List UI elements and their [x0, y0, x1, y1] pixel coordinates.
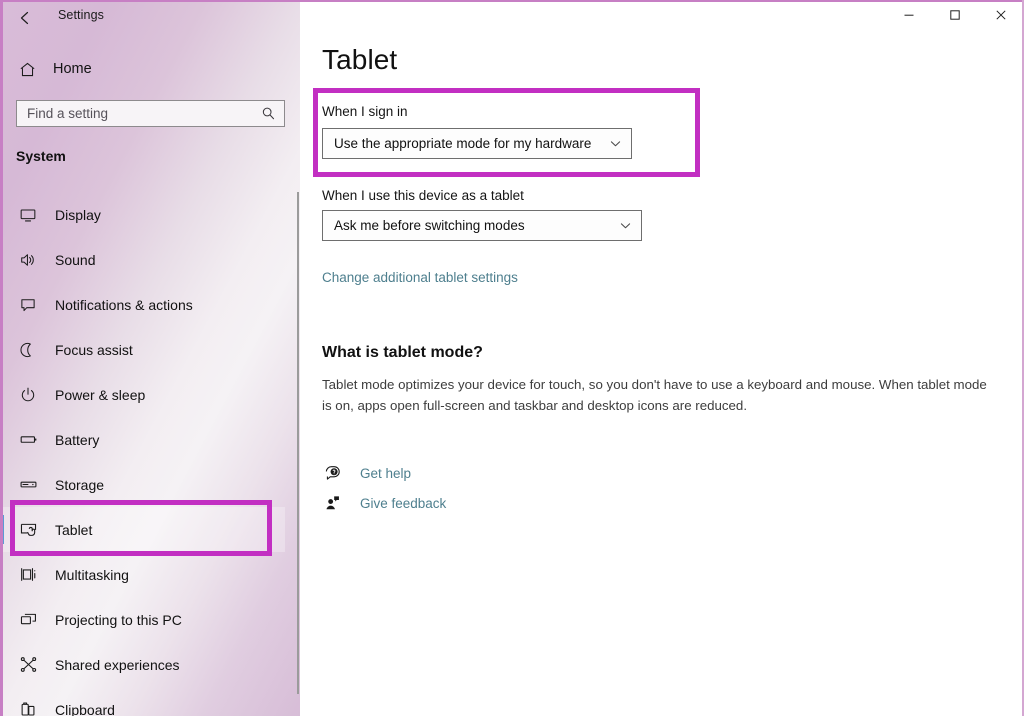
- sidebar-item-label: Battery: [55, 431, 100, 448]
- sidebar-item-power-sleep[interactable]: Power & sleep: [0, 372, 285, 417]
- settings-window: Settings Home Find a setting System Disp…: [0, 0, 1024, 716]
- speaker-icon: [16, 248, 40, 272]
- sidebar-item-label: Shared experiences: [55, 656, 180, 673]
- sidebar-item-label: Multitasking: [55, 566, 129, 583]
- sidebar-item-focus-assist[interactable]: Focus assist: [0, 327, 285, 372]
- device-as-tablet-value: Ask me before switching modes: [334, 218, 525, 233]
- sidebar-item-display[interactable]: Display: [0, 192, 285, 237]
- storage-icon: [16, 473, 40, 497]
- search-input[interactable]: Find a setting: [16, 100, 285, 127]
- sidebar-item-tablet[interactable]: Tablet: [0, 507, 285, 552]
- sidebar-item-label: Storage: [55, 476, 105, 493]
- monitor-icon: [16, 203, 40, 227]
- title-bar-left: Settings: [0, 0, 300, 34]
- sidebar-scrollbar[interactable]: [297, 192, 299, 694]
- give-feedback-label: Give feedback: [360, 495, 447, 511]
- sidebar-item-label: Tablet: [55, 521, 93, 538]
- when-i-sign-in-value: Use the appropriate mode for my hardware: [334, 136, 592, 151]
- project-icon: [16, 608, 40, 632]
- moon-icon: [16, 338, 40, 362]
- sidebar-nav-list: Display Sound Notifications & actions Fo…: [0, 192, 300, 716]
- sidebar-item-label: Display: [55, 206, 101, 223]
- content-pane: Tablet When I sign in Use the appropriat…: [300, 0, 1024, 716]
- minimize-icon[interactable]: [886, 0, 932, 30]
- close-icon[interactable]: [978, 0, 1024, 30]
- chevron-down-icon: [605, 137, 625, 150]
- sidebar-item-label: Focus assist: [55, 341, 133, 358]
- battery-icon: [16, 428, 40, 452]
- get-help-label: Get help: [360, 465, 412, 481]
- what-is-tablet-mode-heading: What is tablet mode?: [322, 344, 483, 361]
- sidebar-item-label: Projecting to this PC: [55, 611, 182, 628]
- give-feedback-link[interactable]: Give feedback: [322, 492, 446, 514]
- sidebar-item-clipboard[interactable]: Clipboard: [0, 687, 285, 716]
- chevron-down-icon: [615, 219, 635, 232]
- sidebar-item-multitasking[interactable]: Multitasking: [0, 552, 285, 597]
- multitasking-icon: [16, 563, 40, 587]
- navigation-pane: Settings Home Find a setting System Disp…: [0, 0, 300, 716]
- device-as-tablet-dropdown[interactable]: Ask me before switching modes: [322, 210, 642, 241]
- window-border-top: [0, 0, 1024, 2]
- change-additional-tablet-settings-link[interactable]: Change additional tablet settings: [322, 270, 518, 285]
- window-border-left: [0, 0, 3, 716]
- device-as-tablet-label: When I use this device as a tablet: [322, 188, 524, 203]
- sidebar-item-label: Clipboard: [55, 701, 115, 716]
- sidebar-item-home-label: Home: [53, 61, 92, 77]
- tablet-icon: [16, 518, 40, 542]
- sidebar-item-label: Notifications & actions: [55, 296, 193, 313]
- home-icon: [16, 58, 38, 80]
- sidebar-item-storage[interactable]: Storage: [0, 462, 285, 507]
- clipboard-icon: [16, 698, 40, 716]
- sidebar-item-sound[interactable]: Sound: [0, 237, 285, 282]
- sidebar-item-shared-experiences[interactable]: Shared experiences: [0, 642, 285, 687]
- sidebar-item-notifications[interactable]: Notifications & actions: [0, 282, 285, 327]
- when-i-sign-in-label: When I sign in: [322, 104, 408, 119]
- sidebar-item-label: Sound: [55, 251, 96, 268]
- feedback-person-icon: [322, 492, 344, 514]
- share-icon: [16, 653, 40, 677]
- app-title: Settings: [58, 8, 104, 22]
- tablet-mode-description: Tablet mode optimizes your device for to…: [322, 377, 987, 413]
- search-placeholder: Find a setting: [27, 106, 109, 121]
- sidebar-item-projecting[interactable]: Projecting to this PC: [0, 597, 285, 642]
- page-title: Tablet: [322, 44, 398, 75]
- search-icon[interactable]: [256, 106, 280, 121]
- power-icon: [16, 383, 40, 407]
- sidebar-item-home[interactable]: Home: [0, 50, 300, 88]
- back-arrow-icon[interactable]: [14, 7, 36, 29]
- sidebar-item-label: Power & sleep: [55, 386, 146, 403]
- window-controls: [300, 0, 1024, 32]
- question-bubble-icon: [322, 462, 344, 484]
- sidebar-item-battery[interactable]: Battery: [0, 417, 285, 462]
- get-help-link[interactable]: Get help: [322, 462, 411, 484]
- when-i-sign-in-dropdown[interactable]: Use the appropriate mode for my hardware: [322, 128, 632, 159]
- comment-icon: [16, 293, 40, 317]
- maximize-icon[interactable]: [932, 0, 978, 30]
- sidebar-section-title: System: [16, 148, 66, 164]
